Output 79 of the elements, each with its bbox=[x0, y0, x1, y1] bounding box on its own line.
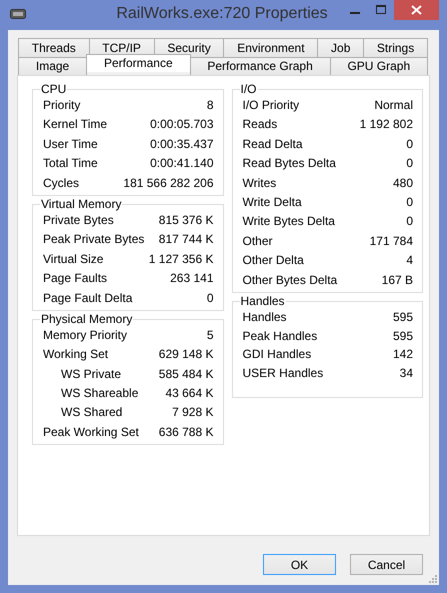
field-value: 263 141 bbox=[170, 270, 214, 288]
field-value: 0 bbox=[406, 155, 413, 172]
field-label: Cycles bbox=[43, 174, 80, 192]
tab[interactable]: Job bbox=[317, 38, 364, 57]
resize-grip-icon[interactable] bbox=[429, 575, 437, 583]
field-value: 636 788 K bbox=[158, 424, 214, 441]
field-label: Writes bbox=[242, 174, 276, 192]
field-value: 8 bbox=[206, 97, 214, 114]
field-label: Other Delta bbox=[242, 252, 304, 270]
close-icon[interactable] bbox=[394, 0, 439, 20]
dialog-button[interactable]: OK bbox=[263, 554, 336, 575]
dialog-button[interactable]: Cancel bbox=[350, 554, 423, 575]
field-label: WS Private bbox=[61, 366, 122, 383]
field-value: 595 bbox=[392, 328, 413, 345]
field-value: 1 127 356 K bbox=[148, 250, 214, 268]
field-label: Other bbox=[242, 232, 273, 250]
field-label: Page Faults bbox=[43, 270, 108, 288]
field-label: User Time bbox=[43, 136, 98, 153]
field-value: 4 bbox=[406, 252, 413, 270]
field-label: I/O Priority bbox=[242, 97, 300, 114]
field-label: USER Handles bbox=[242, 364, 324, 382]
tab[interactable]: Performance bbox=[86, 54, 190, 72]
field-value: 171 784 bbox=[370, 232, 413, 250]
field-label: Private Bytes bbox=[43, 212, 114, 229]
group-title: CPU bbox=[40, 83, 68, 96]
group-title: Handles bbox=[240, 294, 286, 308]
field-value: 7 928 K bbox=[172, 404, 214, 422]
tab[interactable]: GPU Graph bbox=[330, 57, 428, 75]
field-label: Read Delta bbox=[242, 136, 303, 153]
tab[interactable]: Threads bbox=[18, 38, 90, 57]
field-value: 595 bbox=[392, 308, 413, 326]
field-value: 181 566 282 206 bbox=[123, 174, 214, 192]
field-label: Other Bytes Delta bbox=[242, 272, 338, 289]
field-value: 34 bbox=[400, 364, 413, 382]
field-label: GDI Handles bbox=[242, 346, 312, 364]
field-value: 817 744 K bbox=[158, 231, 214, 248]
field-label: WS Shared bbox=[61, 404, 122, 422]
group-title: I/O bbox=[240, 83, 258, 96]
field-label: Memory Priority bbox=[43, 326, 128, 344]
field-label: Total Time bbox=[43, 155, 98, 172]
field-value: 1 192 802 bbox=[360, 116, 413, 134]
field-value: 0:00:05.703 bbox=[150, 116, 214, 134]
field-label: Handles bbox=[242, 308, 287, 326]
field-label: Write Bytes Delta bbox=[242, 213, 335, 230]
field-label: Page Fault Delta bbox=[43, 290, 132, 307]
app-icon bbox=[10, 9, 26, 19]
field-value: 585 484 K bbox=[158, 366, 214, 383]
field-value: 0 bbox=[406, 213, 413, 230]
field-label: Peak Handles bbox=[242, 328, 318, 345]
tab[interactable]: Strings bbox=[363, 38, 428, 57]
field-value: 43 664 K bbox=[165, 385, 214, 402]
field-label: Peak Working Set bbox=[43, 424, 139, 441]
field-label: Write Delta bbox=[242, 194, 302, 211]
field-value: 167 B bbox=[382, 272, 413, 289]
field-label: Priority bbox=[43, 97, 80, 114]
field-label: Read Bytes Delta bbox=[242, 155, 336, 172]
field-label: Reads bbox=[242, 116, 278, 134]
tab[interactable]: Performance Graph bbox=[190, 57, 331, 75]
group-title: Virtual Memory bbox=[40, 198, 122, 211]
field-value: 480 bbox=[392, 174, 413, 192]
field-value: 0 bbox=[406, 194, 413, 211]
field-value: 0 bbox=[206, 290, 214, 307]
field-label: Peak Private Bytes bbox=[43, 231, 144, 248]
window-title: RailWorks.exe:720 Properties bbox=[115, 5, 329, 23]
group-title: Physical Memory bbox=[40, 312, 134, 326]
field-label: Virtual Size bbox=[43, 250, 104, 268]
field-label: Kernel Time bbox=[43, 116, 108, 134]
tab[interactable]: Environment bbox=[223, 38, 318, 57]
tab[interactable]: Image bbox=[18, 57, 88, 75]
field-value: 0 bbox=[406, 136, 413, 153]
field-value: Normal bbox=[374, 97, 413, 114]
field-value: 0:00:35.437 bbox=[150, 136, 214, 153]
field-value: 629 148 K bbox=[158, 346, 214, 364]
field-value: 0:00:41.140 bbox=[150, 155, 214, 172]
field-label: Working Set bbox=[43, 346, 108, 364]
field-value: 5 bbox=[206, 326, 214, 344]
field-value: 142 bbox=[392, 346, 413, 364]
field-value: 815 376 K bbox=[158, 212, 214, 229]
field-label: WS Shareable bbox=[61, 385, 138, 402]
